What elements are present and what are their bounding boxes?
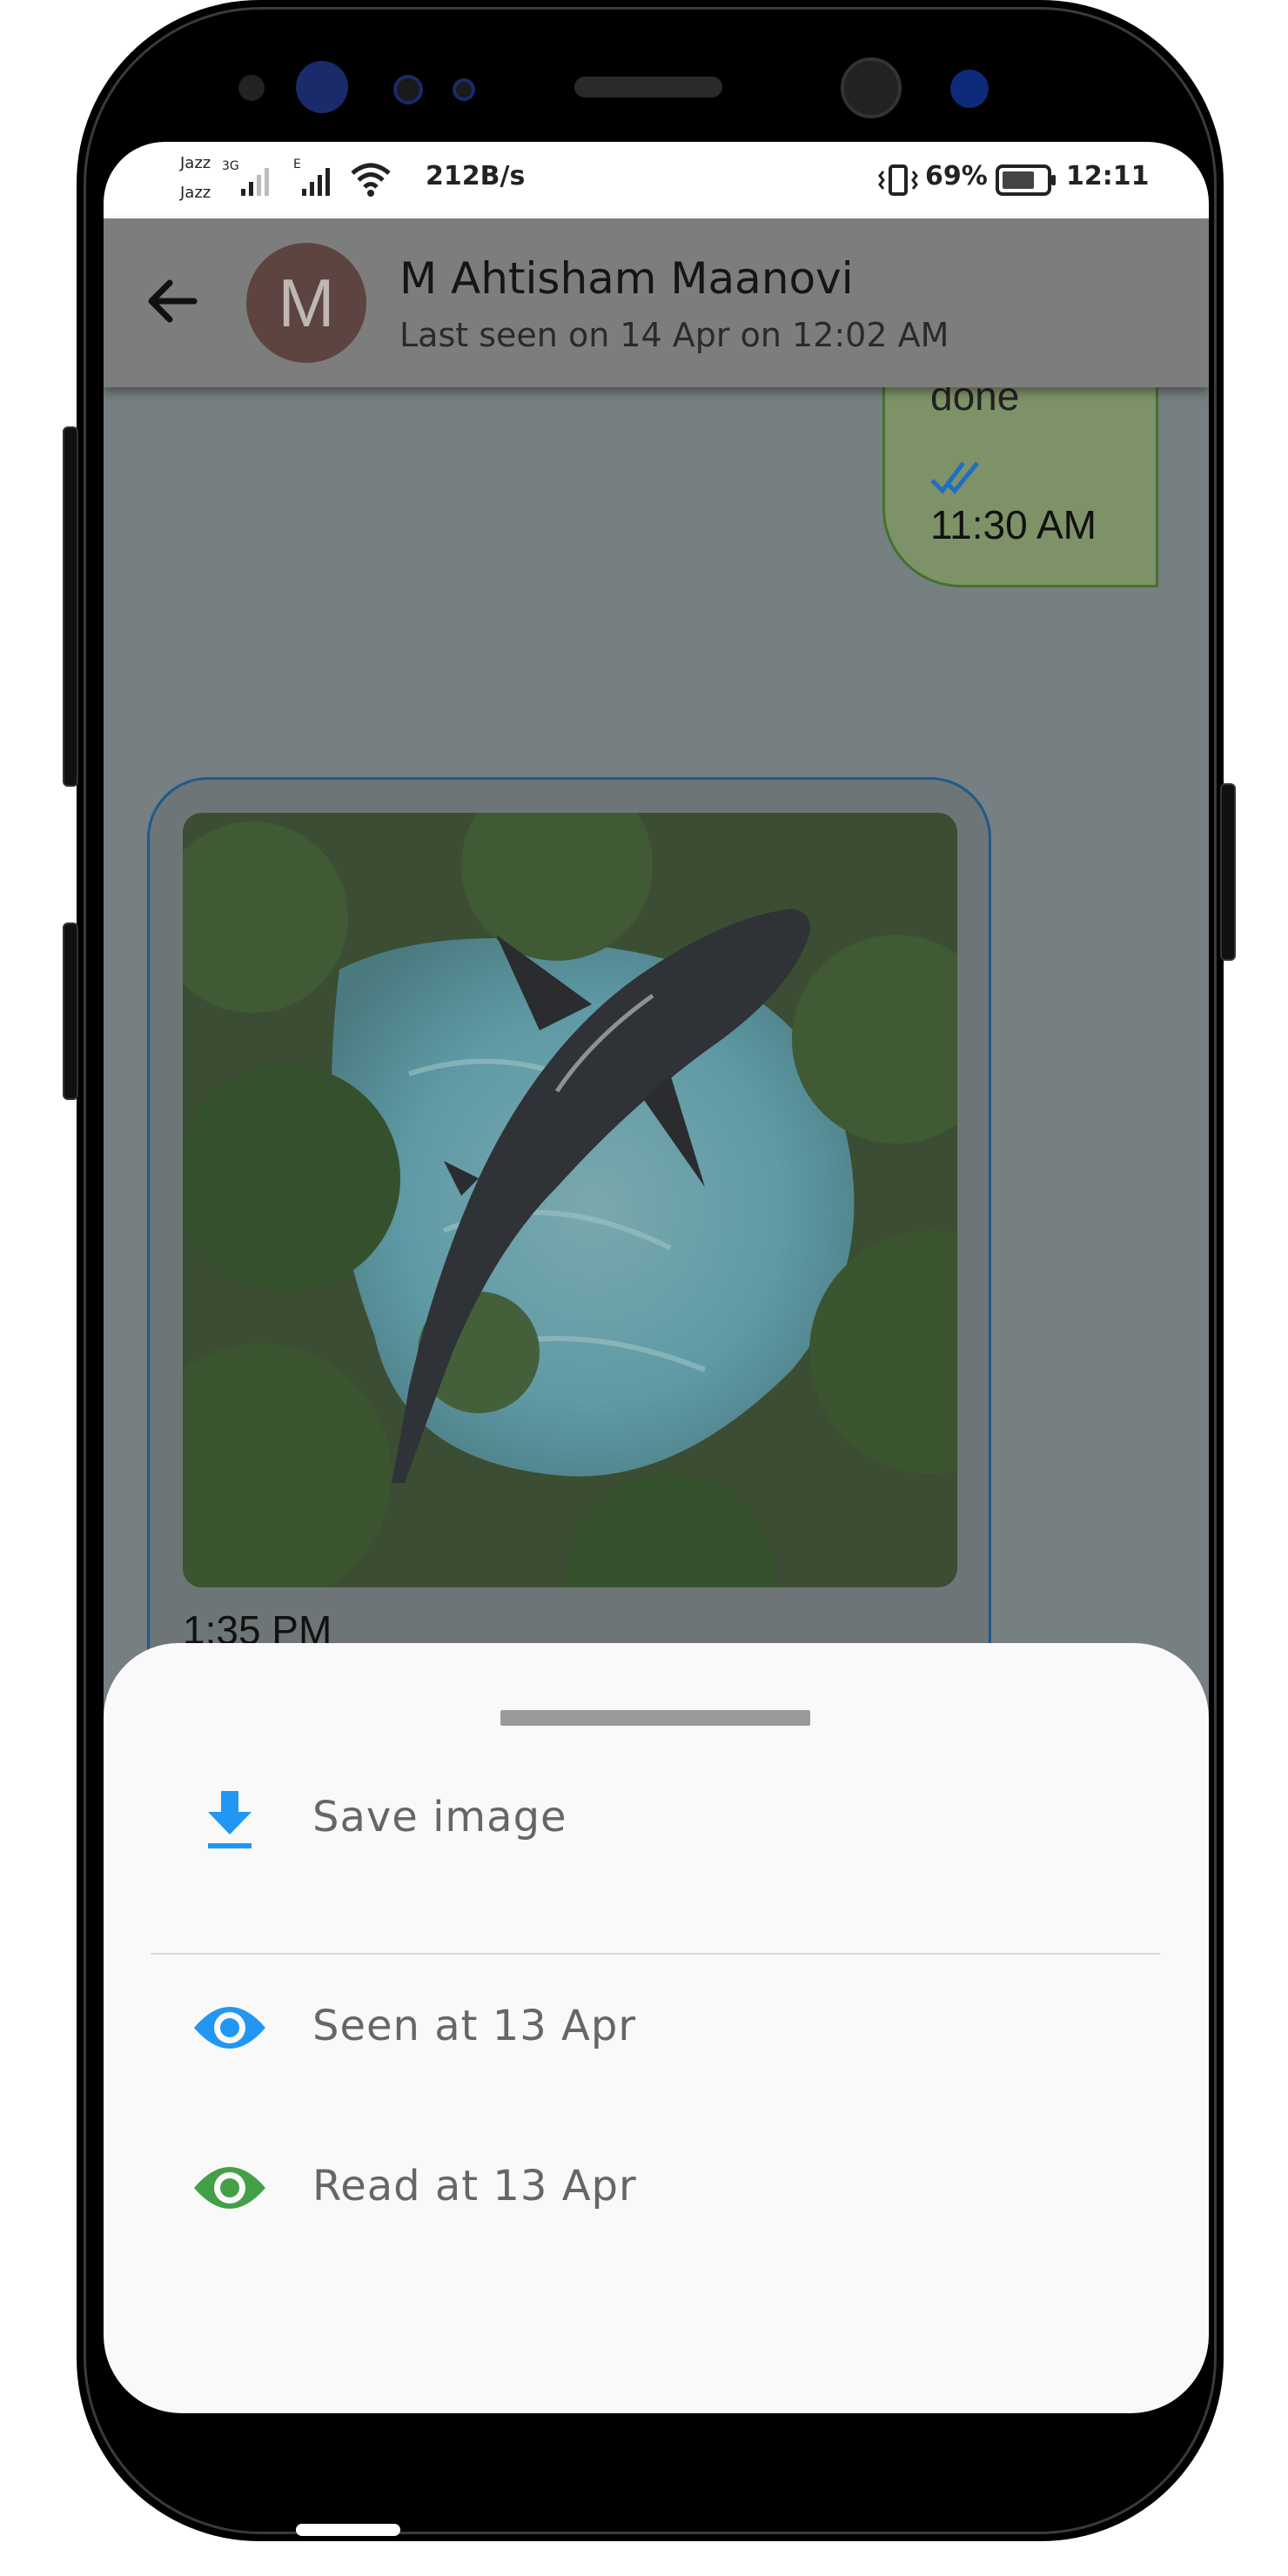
status-time: 12:11 — [1066, 161, 1150, 191]
divider — [151, 1953, 1160, 1955]
carrier-2: Jazz — [180, 184, 211, 202]
vibrate-icon — [878, 164, 918, 196]
front-camera — [841, 57, 902, 118]
last-seen-status: Last seen on 14 Apr on 12:02 AM — [399, 316, 949, 354]
iris-led — [393, 75, 423, 104]
contact-name[interactable]: M Ahtisham Maanovi — [399, 253, 854, 304]
battery-icon — [996, 164, 1056, 196]
battery-percent: 69% — [925, 161, 988, 191]
status-bar: Jazz Jazz 3G E 212B/s 69% 12:11 — [104, 142, 1209, 218]
earpiece-speaker — [574, 77, 722, 97]
iris-camera — [296, 61, 348, 113]
read-at-label: Read at 13 Apr — [312, 2162, 637, 2210]
shark-image[interactable] — [183, 813, 957, 1587]
light-sensor — [453, 78, 475, 101]
eye-icon — [194, 2167, 265, 2209]
double-check-icon — [930, 461, 979, 494]
read-at-row: Read at 13 Apr — [104, 2132, 1209, 2237]
back-arrow-icon[interactable] — [142, 271, 203, 332]
seen-at-label: Seen at 13 Apr — [312, 2002, 637, 2050]
avatar[interactable]: M — [246, 243, 366, 363]
drag-handle[interactable] — [500, 1710, 810, 1726]
save-image-option[interactable]: Save image — [104, 1763, 1209, 1868]
volume-button — [63, 426, 78, 787]
chat-header: M M Ahtisham Maanovi Last seen on 14 Apr… — [104, 218, 1209, 387]
received-image-bubble[interactable]: 1:35 PM — [147, 777, 991, 1701]
signal-icon-1 — [241, 168, 269, 196]
proximity-sensor — [238, 75, 265, 101]
network-type-1: 3G — [222, 159, 239, 173]
power-button — [1220, 783, 1236, 961]
signal-icon-2 — [302, 168, 330, 196]
eye-icon — [194, 2007, 265, 2049]
seen-at-row: Seen at 13 Apr — [104, 1972, 1209, 2076]
screen: Jazz Jazz 3G E 212B/s 69% 12:11 M M Ahti… — [104, 142, 1209, 2413]
message-options-sheet: Save image Seen at 13 Apr Read at 13 Apr — [104, 1643, 1209, 2413]
network-speed: 212B/s — [426, 161, 526, 191]
save-image-label: Save image — [312, 1793, 567, 1841]
home-indicator — [296, 2524, 400, 2536]
carrier-1: Jazz — [180, 154, 211, 172]
download-icon — [208, 1791, 252, 1848]
wifi-icon — [351, 163, 391, 197]
front-camera-lens — [950, 70, 989, 108]
bixby-button — [63, 922, 78, 1100]
sent-message-time: 11:30 AM — [930, 502, 1097, 547]
